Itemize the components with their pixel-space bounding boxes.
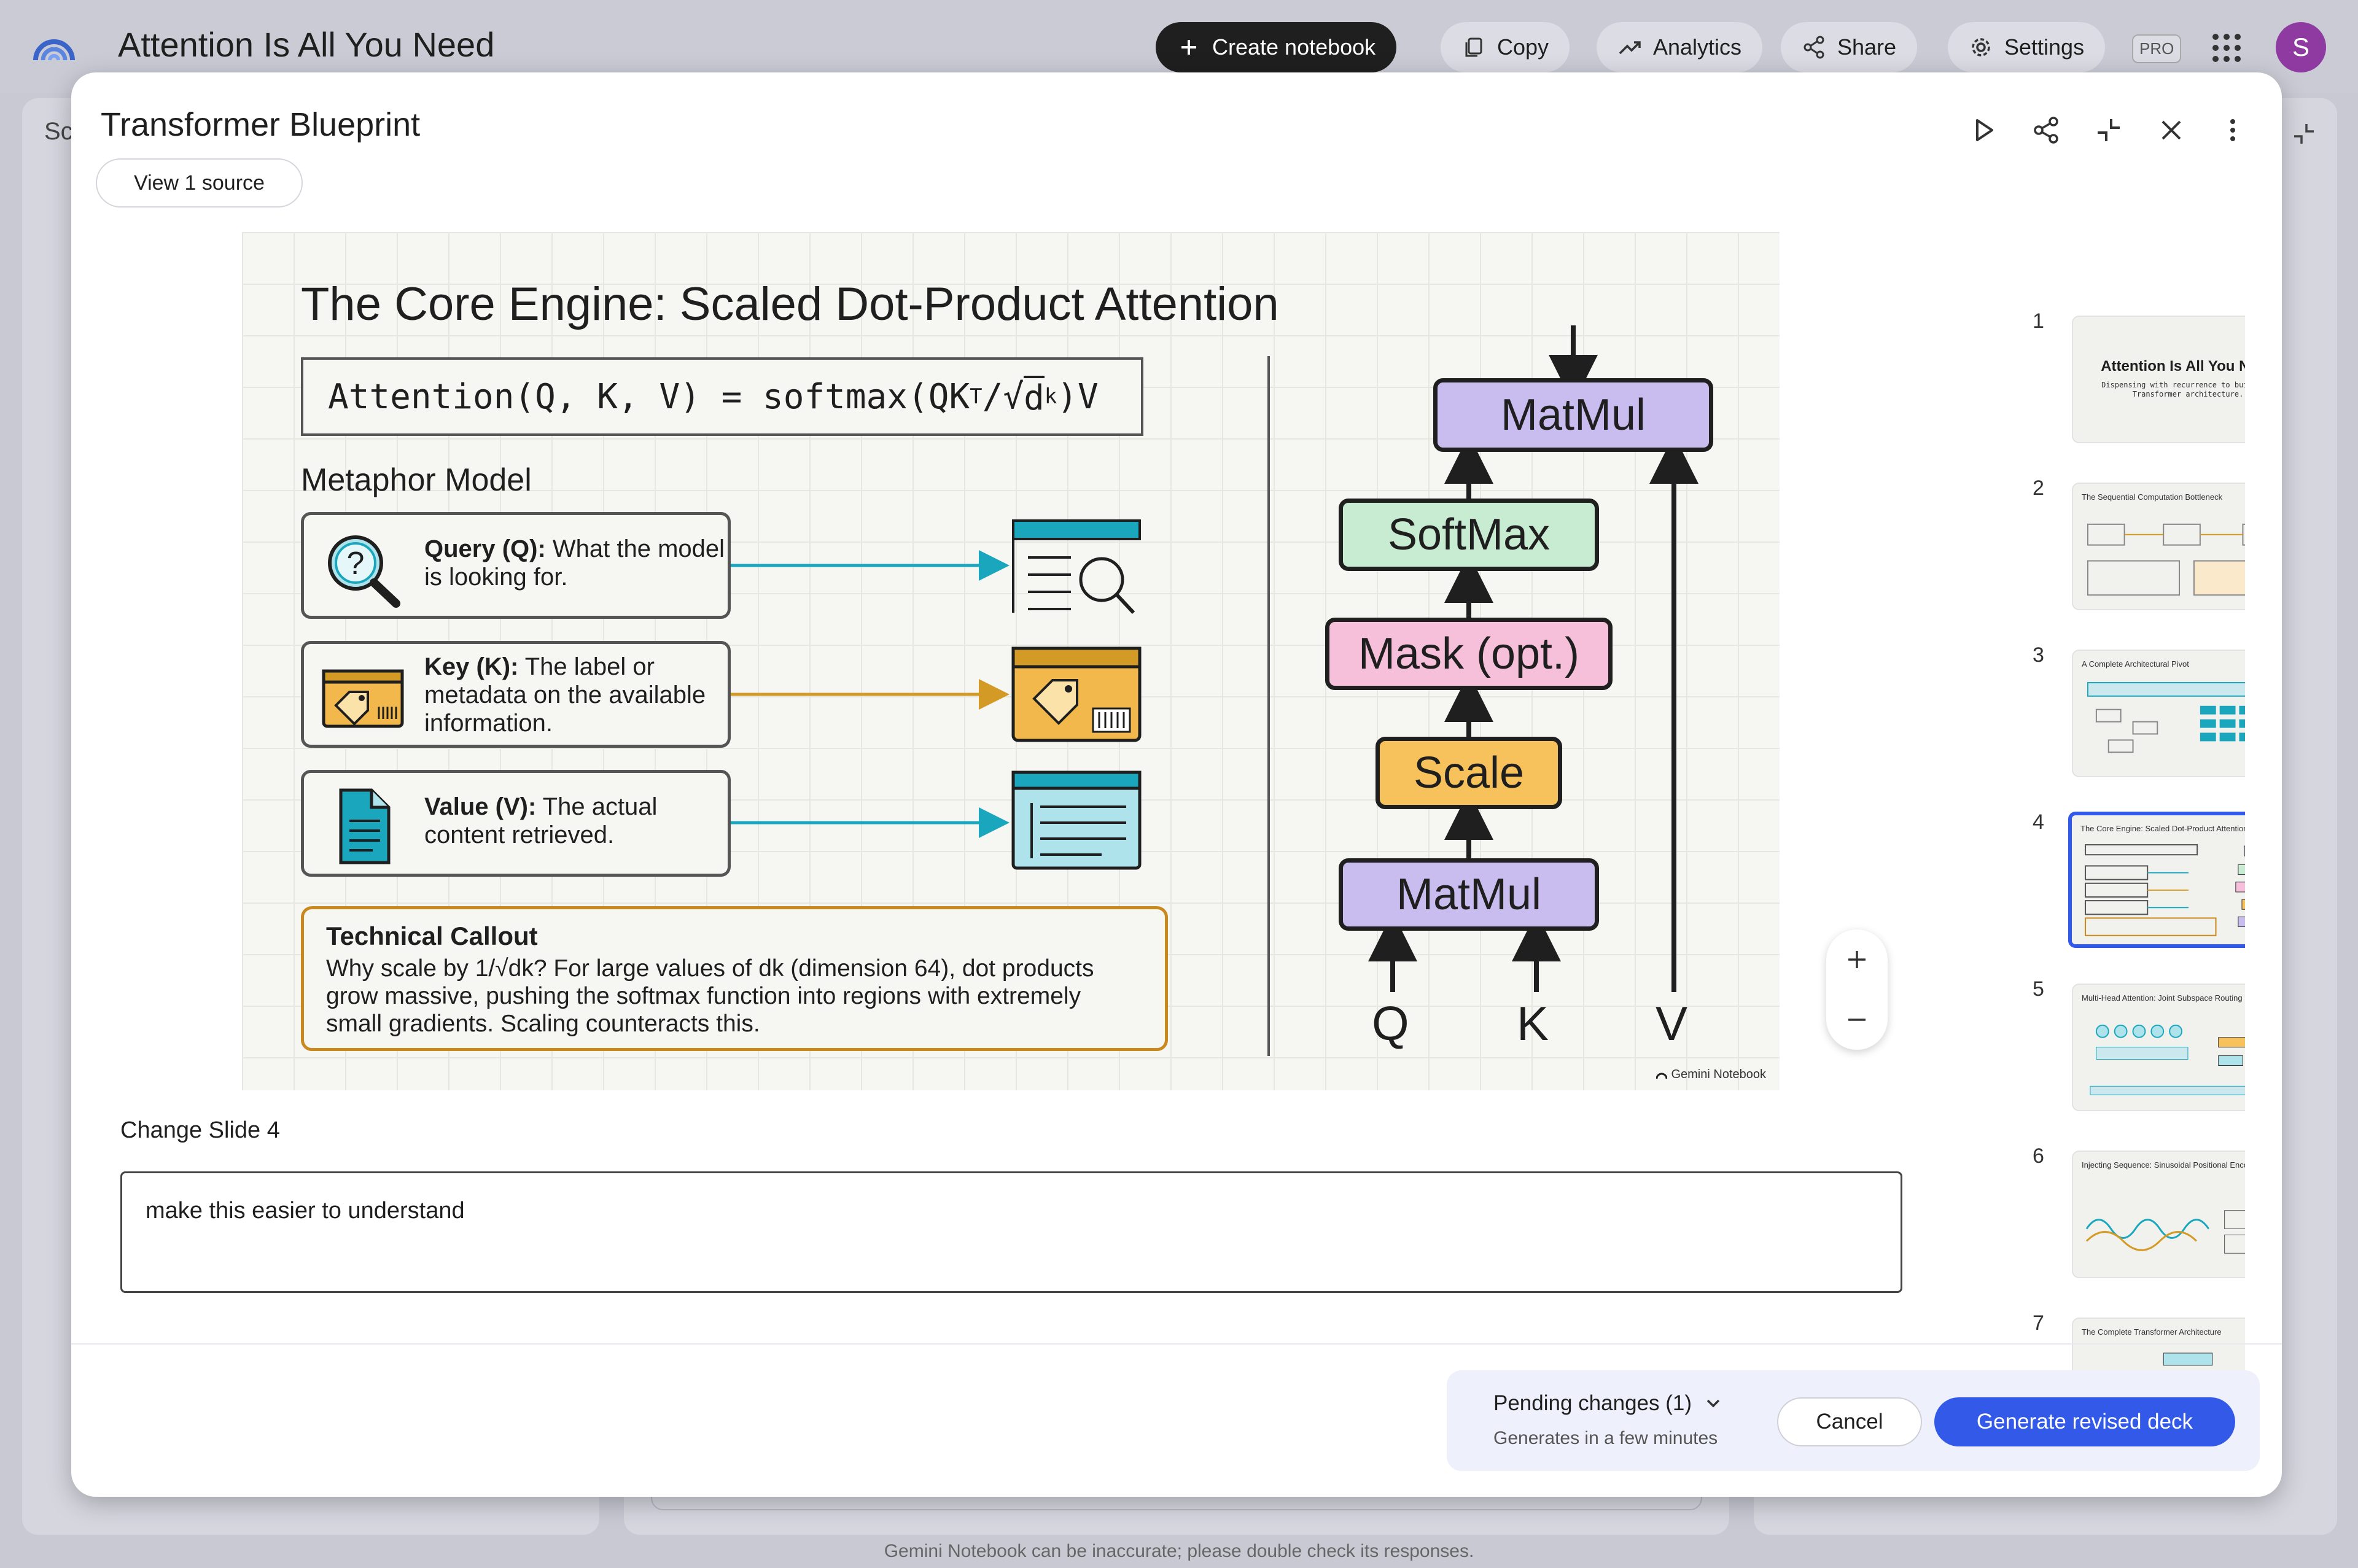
content-window-icon bbox=[1011, 770, 1142, 870]
plus-icon bbox=[1848, 951, 1866, 968]
thumbnail-image[interactable]: The Sequential Computation Bottleneck bbox=[2072, 483, 2245, 610]
sources-panel-label: Sc bbox=[44, 118, 73, 145]
dialog-title: Transformer Blueprint bbox=[101, 106, 421, 143]
mask-block: Mask (opt.) bbox=[1325, 618, 1613, 690]
input-k: K bbox=[1517, 996, 1549, 1050]
pro-badge: PRO bbox=[2132, 34, 2182, 63]
minus-icon bbox=[1848, 1019, 1866, 1021]
cancel-button[interactable]: Cancel bbox=[1777, 1397, 1922, 1446]
document-icon bbox=[339, 788, 391, 864]
thumbnail-content-preview bbox=[2085, 1210, 2245, 1254]
technical-callout: Technical Callout Why scale by 1/√dk? Fo… bbox=[301, 906, 1168, 1051]
key-card: Key (K): The label or metadata on the av… bbox=[301, 641, 731, 748]
gear-icon bbox=[1972, 38, 1990, 56]
analytics-button[interactable]: Analytics bbox=[1597, 22, 1763, 72]
thumbnail-image[interactable]: A Complete Architectural Pivot bbox=[2072, 650, 2245, 777]
search-question-icon: ? bbox=[328, 535, 400, 608]
change-slide-label: Change Slide 4 bbox=[120, 1117, 280, 1143]
chevron-down-icon bbox=[1706, 1399, 1720, 1408]
tag-card-icon bbox=[322, 669, 404, 728]
share-icon[interactable] bbox=[2028, 112, 2064, 149]
settings-button[interactable]: Settings bbox=[1948, 22, 2106, 72]
apps-grid-icon[interactable] bbox=[2211, 32, 2243, 64]
slide-divider bbox=[1267, 356, 1270, 1056]
close-icon[interactable] bbox=[2153, 112, 2190, 149]
trending-up-icon bbox=[1619, 41, 1641, 55]
slide-preview: The Core Engine: Scaled Dot-Product Atte… bbox=[242, 232, 1780, 1090]
thumbnail-item[interactable]: 1 Attention Is All You Need Dispensing w… bbox=[1938, 309, 2245, 451]
app-logo-icon bbox=[1656, 1073, 1668, 1079]
copy-icon bbox=[1465, 37, 1482, 57]
thumbnail-item-selected[interactable]: 4 The Core Engine: Scaled Dot-Product At… bbox=[1938, 810, 2245, 952]
thumbnail-content-preview bbox=[2087, 523, 2245, 596]
input-q: Q bbox=[1372, 996, 1409, 1050]
slide-thumbnail-list: 1 Attention Is All You Need Dispensing w… bbox=[1938, 219, 2245, 1403]
value-card: Value (V): The actual content retrieved. bbox=[301, 770, 731, 877]
zoom-in-button[interactable] bbox=[1826, 930, 1888, 990]
thumbnail-image[interactable]: Injecting Sequence: Sinusoidal Positiona… bbox=[2072, 1151, 2245, 1278]
view-source-button[interactable]: View 1 source bbox=[96, 158, 303, 208]
thumbnail-image[interactable]: Multi-Head Attention: Joint Subspace Rou… bbox=[2072, 984, 2245, 1111]
pending-changes-eta: Generates in a few minutes bbox=[1493, 1428, 1718, 1448]
slide-editor-dialog: Transformer Blueprint View 1 source The … bbox=[71, 72, 2282, 1497]
share-icon bbox=[1804, 36, 1824, 59]
change-instructions-input[interactable]: make this easier to understand bbox=[120, 1171, 1902, 1293]
disclaimer-text: Gemini Notebook can be inaccurate; pleas… bbox=[884, 1541, 1474, 1561]
collapse-icon[interactable] bbox=[2090, 112, 2127, 149]
watermark: Gemini Notebook bbox=[1656, 1068, 1766, 1082]
app-logo-icon bbox=[33, 39, 75, 61]
create-notebook-button[interactable]: Create notebook bbox=[1156, 22, 1397, 72]
matmul-top-block: MatMul bbox=[1433, 378, 1713, 452]
zoom-out-button[interactable] bbox=[1826, 990, 1888, 1050]
matmul-bottom-block: MatMul bbox=[1339, 858, 1599, 931]
copy-button[interactable]: Copy bbox=[1441, 22, 1570, 72]
thumbnail-item[interactable]: 2 The Sequential Computation Bottleneck bbox=[1938, 476, 2245, 618]
thumbnail-item[interactable]: 3 A Complete Architectural Pivot bbox=[1938, 643, 2245, 785]
thumbnail-content-preview bbox=[2085, 844, 2245, 936]
input-v: V bbox=[1656, 996, 1688, 1050]
svg-text:?: ? bbox=[347, 546, 365, 581]
metaphor-heading: Metaphor Model bbox=[301, 462, 532, 498]
avatar[interactable]: S bbox=[2276, 22, 2326, 72]
tag-barcode-icon bbox=[1011, 646, 1142, 742]
plus-icon bbox=[1181, 40, 1196, 55]
collapse-panel-icon[interactable] bbox=[2290, 120, 2317, 147]
slide-title: The Core Engine: Scaled Dot-Product Atte… bbox=[301, 278, 1279, 330]
query-card: ? Query (Q): What the model is looking f… bbox=[301, 512, 731, 619]
pending-changes-toggle[interactable]: Pending changes (1) bbox=[1493, 1391, 1724, 1416]
share-button[interactable]: Share bbox=[1781, 22, 1918, 72]
more-vert-icon[interactable] bbox=[2214, 112, 2251, 149]
thumbnail-content-preview bbox=[2087, 681, 2245, 753]
play-icon[interactable] bbox=[1965, 112, 2002, 149]
notebook-title: Attention Is All You Need bbox=[118, 25, 495, 64]
thumbnail-item[interactable]: 6 Injecting Sequence: Sinusoidal Positio… bbox=[1938, 1144, 2245, 1286]
footer-divider bbox=[71, 1343, 2282, 1345]
zoom-controls bbox=[1826, 930, 1888, 1050]
thumbnail-image[interactable]: The Core Engine: Scaled Dot-Product Atte… bbox=[2068, 812, 2245, 948]
scale-block: Scale bbox=[1376, 737, 1562, 809]
attention-formula: Attention(Q, K, V) = softmax(QK T/√ d k)V bbox=[301, 357, 1143, 436]
thumbnail-content-preview bbox=[2090, 1024, 2245, 1095]
document-search-icon bbox=[1012, 519, 1141, 615]
generate-revised-deck-button[interactable]: Generate revised deck bbox=[1934, 1397, 2235, 1446]
thumbnail-item[interactable]: 5 Multi-Head Attention: Joint Subspace R… bbox=[1938, 977, 2245, 1119]
thumbnail-image[interactable]: Attention Is All You Need Dispensing wit… bbox=[2072, 316, 2245, 443]
softmax-block: SoftMax bbox=[1339, 499, 1599, 571]
